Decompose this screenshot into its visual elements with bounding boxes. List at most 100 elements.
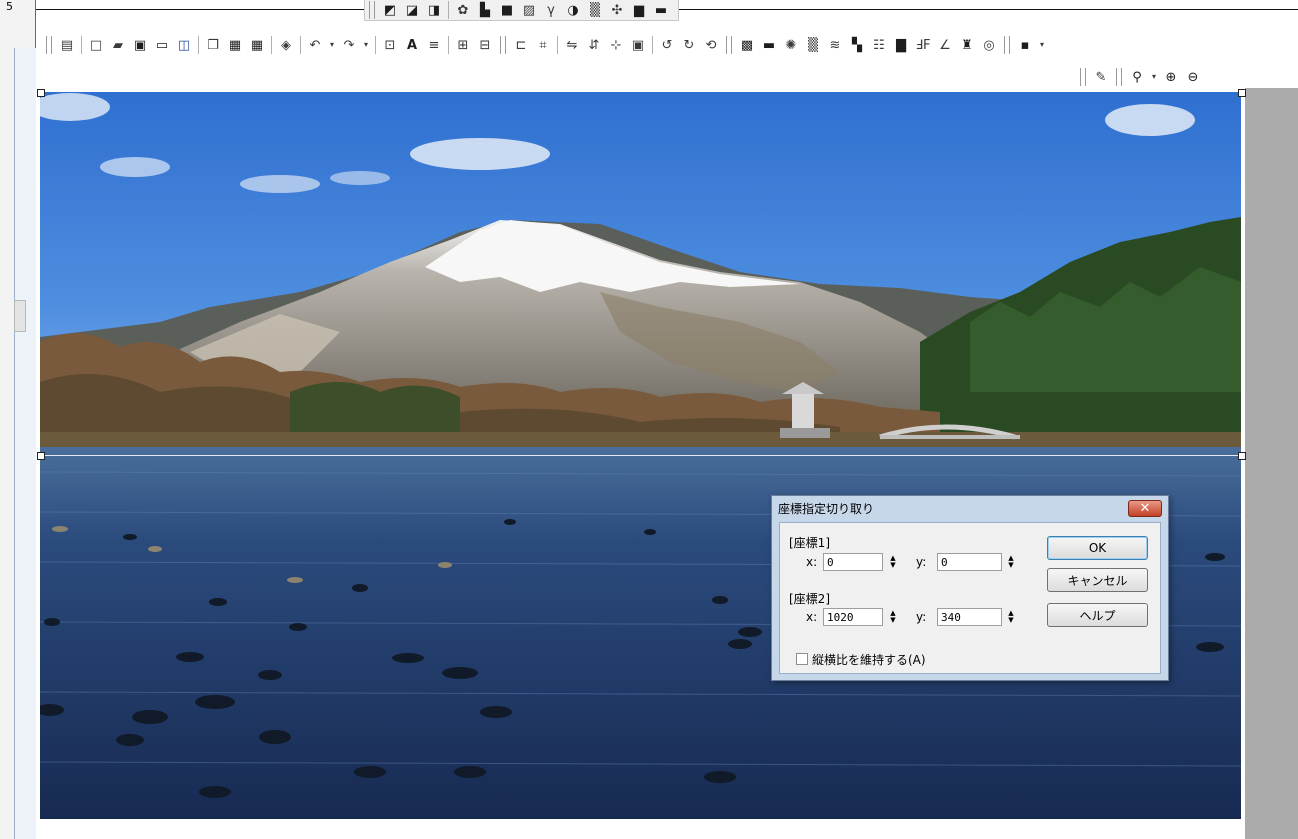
center-icon[interactable]: ⊹ [607, 36, 625, 54]
color-depth-icon[interactable]: ▩ [738, 36, 756, 54]
left-side-panel [14, 48, 36, 839]
resize-icon[interactable]: ⊡ [381, 36, 399, 54]
selection-handle-bottom-left[interactable] [37, 452, 45, 460]
zoom-dropdown-icon[interactable]: ⚲ [1128, 68, 1146, 86]
zoom-out-icon[interactable]: ⊖ [1184, 68, 1202, 86]
zoom-in-icon[interactable]: ⊕ [1162, 68, 1180, 86]
contrast-icon[interactable]: ◑ [564, 1, 582, 19]
undo-dropdown-icon[interactable]: ▾ [328, 36, 336, 54]
undo-icon[interactable]: ↶ [306, 36, 324, 54]
gamma-icon[interactable]: γ [542, 1, 560, 19]
brightness-icon[interactable]: ✺ [782, 36, 800, 54]
trim-icon[interactable]: ⊏ [512, 36, 530, 54]
zoom-dropdown-arrow-icon[interactable]: ▾ [1150, 68, 1158, 86]
rotate-90-left-icon[interactable]: ↺ [658, 36, 676, 54]
coord1-group-label: [座標1] [789, 536, 830, 550]
coord1-y-input[interactable] [937, 553, 1002, 571]
effect-image-6-icon[interactable]: ▨ [520, 1, 538, 19]
frame-icon[interactable]: ▣ [629, 36, 647, 54]
flip-vertical-icon[interactable]: ⇵ [585, 36, 603, 54]
mosaic-icon[interactable]: ▚ [848, 36, 866, 54]
tile-icon[interactable]: ⊟ [476, 36, 494, 54]
keep-aspect-label: 縦横比を維持する(A) [812, 653, 926, 667]
cancel-button[interactable]: キャンセル [1047, 568, 1148, 592]
effect-image-3-icon[interactable]: ◨ [425, 1, 443, 19]
paste-new-icon[interactable]: ▦ [248, 36, 266, 54]
dialog-title: 座標指定切り取り [778, 502, 875, 516]
zoom-toolbar: ✎ ⚲ ▾ ⊕ ⊖ [1076, 66, 1204, 88]
spiral-icon[interactable]: ◎ [980, 36, 998, 54]
canvas-gray-margin [1245, 88, 1298, 839]
effect-image-7-icon[interactable]: ▬ [652, 1, 670, 19]
new-file-icon[interactable]: □ [87, 36, 105, 54]
print-icon[interactable]: ▭ [153, 36, 171, 54]
main-toolbar: ▤ □ ▰ ▣ ▭ ◫ ❐ ▦ ▦ ◈ ↶ ▾ ↷ ▾ ⊡ A ≡ ⊞ ⊟ ⊏ … [42, 34, 1048, 56]
flip-horizontal-icon[interactable]: ⇋ [563, 36, 581, 54]
align-icon[interactable]: ≡ [425, 36, 443, 54]
toolbar-grip[interactable] [369, 1, 375, 19]
coord2-y-input[interactable] [937, 608, 1002, 626]
more-icon[interactable]: ▪ [1016, 36, 1034, 54]
effect-image-5-icon[interactable]: ■ [498, 1, 516, 19]
help-button[interactable]: ヘルプ [1047, 603, 1148, 627]
selection-handle-top-right[interactable] [1238, 89, 1246, 97]
effect-icon[interactable]: ✿ [454, 1, 472, 19]
coord2-x-spinner-icon[interactable]: ▲ ▼ [886, 608, 900, 626]
coord2-x-label: x: [806, 610, 818, 624]
coord1-x-label: x: [806, 555, 818, 569]
paint-icon[interactable]: ♜ [958, 36, 976, 54]
crop-icon[interactable]: ℲF [914, 36, 932, 54]
coord1-y-spinner-icon[interactable]: ▲ ▼ [1004, 553, 1018, 571]
toolbar-grip[interactable] [46, 36, 52, 54]
save-icon[interactable]: ▣ [131, 36, 149, 54]
crop-selection-bottom-edge [40, 455, 1241, 456]
print-preview-icon[interactable]: ◫ [175, 36, 193, 54]
coord1-x-input[interactable] [823, 553, 883, 571]
rotate-free-icon[interactable]: ⟲ [702, 36, 720, 54]
grid-icon[interactable]: ⊞ [454, 36, 472, 54]
rotate-90-right-icon[interactable]: ↻ [680, 36, 698, 54]
coord2-y-label: y: [916, 610, 927, 624]
auto-trim-icon[interactable]: ⌗ [534, 36, 552, 54]
open-file-icon[interactable]: ▰ [109, 36, 127, 54]
ok-button[interactable]: OK [1047, 536, 1148, 560]
coord2-x-input[interactable] [823, 608, 883, 626]
left-frame-label: 5 [6, 0, 13, 13]
keep-aspect-checkbox[interactable] [796, 653, 808, 665]
selection-handle-bottom-right[interactable] [1238, 452, 1246, 460]
coord2-group-label: [座標2] [789, 592, 830, 606]
paste-icon[interactable]: ▦ [226, 36, 244, 54]
more-dropdown-icon[interactable]: ▾ [1038, 36, 1046, 54]
dialog-client-area: [座標1] x: ▲▼ y: ▲▼ [座標2] x: ▲▼ y: ▲▼ OK キ… [779, 522, 1161, 674]
effect-image-2-icon[interactable]: ◪ [403, 1, 421, 19]
toolbar-grip[interactable] [1080, 68, 1086, 86]
selection-handle-top-left[interactable] [37, 89, 45, 97]
filter-icon[interactable]: ✣ [608, 1, 626, 19]
coord1-x-spinner-icon[interactable]: ▲ ▼ [886, 553, 900, 571]
line-icon[interactable]: ∠ [936, 36, 954, 54]
effects-toolbar: ◩ ◪ ◨ ✿ ▙ ■ ▨ γ ◑ ▒ ✣ ▆ ▬ [364, 0, 679, 21]
noise-filter-icon[interactable]: ▒ [804, 36, 822, 54]
properties-icon[interactable]: ▤ [58, 36, 76, 54]
left-frame-strip: 5 [0, 0, 36, 839]
clear-icon[interactable]: ◈ [277, 36, 295, 54]
wave-icon[interactable]: ≋ [826, 36, 844, 54]
redo-dropdown-icon[interactable]: ▾ [362, 36, 370, 54]
coord1-y-label: y: [916, 555, 927, 569]
coordinate-crop-dialog: 座標指定切り取り ✕ [座標1] x: ▲▼ y: ▲▼ [座標2] x: ▲▼… [771, 495, 1169, 681]
grayscale-icon[interactable]: ▬ [760, 36, 778, 54]
text-icon[interactable]: A [403, 36, 421, 54]
eyedropper-icon[interactable]: ✎ [1092, 68, 1110, 86]
copy-icon[interactable]: ❐ [204, 36, 222, 54]
redo-icon[interactable]: ↷ [340, 36, 358, 54]
sharpen-icon[interactable]: ▇ [892, 36, 910, 54]
blur-icon[interactable]: ☷ [870, 36, 888, 54]
left-panel-splitter[interactable] [14, 300, 26, 332]
noise-icon[interactable]: ▒ [586, 1, 604, 19]
coord2-y-spinner-icon[interactable]: ▲ ▼ [1004, 608, 1018, 626]
effect-image-4-icon[interactable]: ▙ [476, 1, 494, 19]
close-icon: ✕ [1139, 501, 1151, 516]
hdr-icon[interactable]: ▆ [630, 1, 648, 19]
effect-image-1-icon[interactable]: ◩ [381, 1, 399, 19]
dialog-close-button[interactable]: ✕ [1128, 500, 1162, 517]
